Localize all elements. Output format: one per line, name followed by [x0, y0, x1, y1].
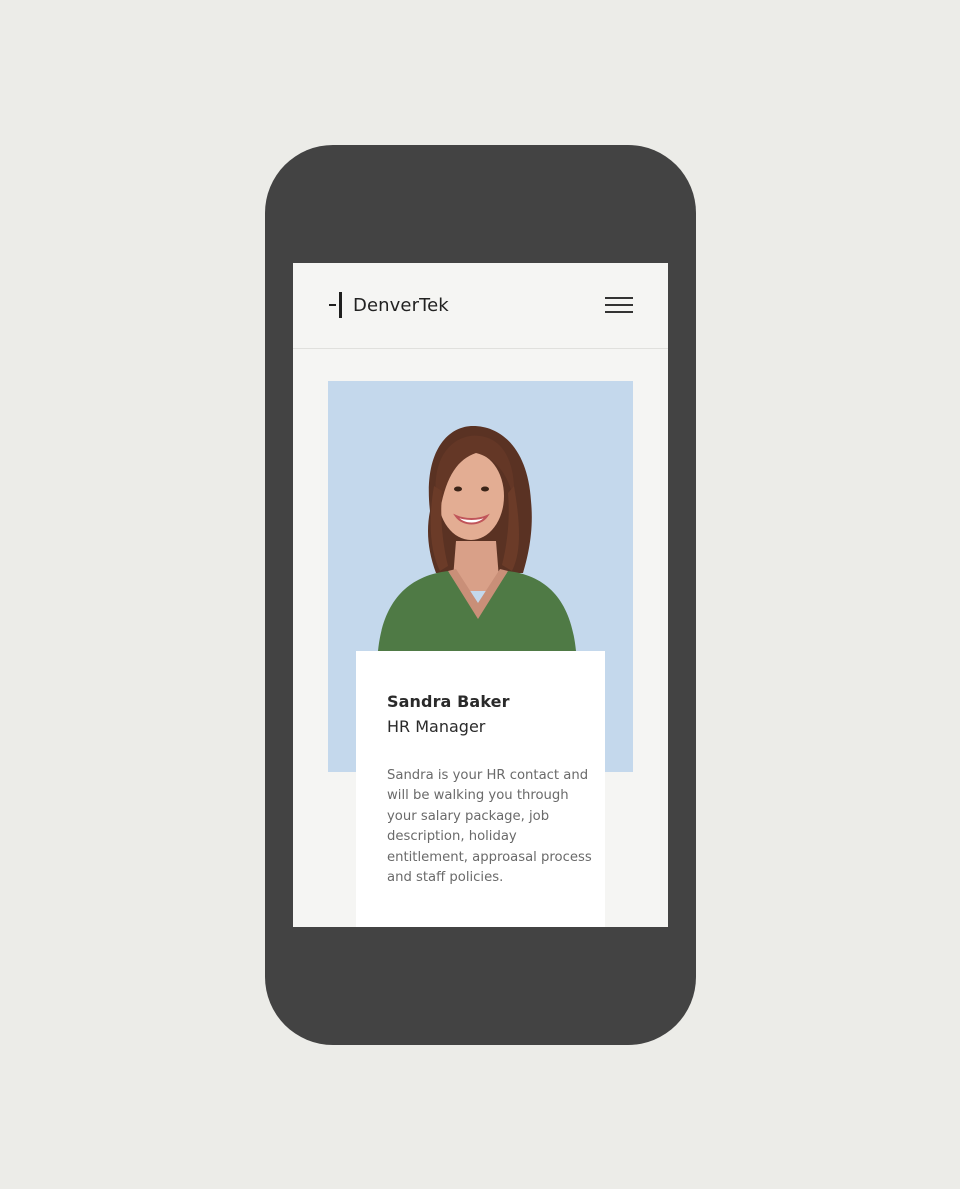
profile-role: HR Manager [387, 717, 486, 736]
profile-bio: Sandra is your HR contact and will be wa… [387, 768, 592, 886]
brand-mark-icon [328, 292, 344, 318]
phone-frame: DenverTek Sandra Baker HR Manager Sandra… [265, 145, 696, 1045]
brand-logo[interactable]: DenverTek [328, 292, 449, 318]
brand-name: DenverTek [353, 294, 449, 316]
profile-name: Sandra Baker [387, 692, 510, 711]
site-header: DenverTek [293, 263, 668, 349]
hamburger-menu-icon[interactable] [605, 293, 633, 317]
profile-card: Sandra Baker HR Manager Sandra is your H… [356, 651, 605, 927]
phone-screen: DenverTek Sandra Baker HR Manager Sandra… [293, 263, 668, 927]
